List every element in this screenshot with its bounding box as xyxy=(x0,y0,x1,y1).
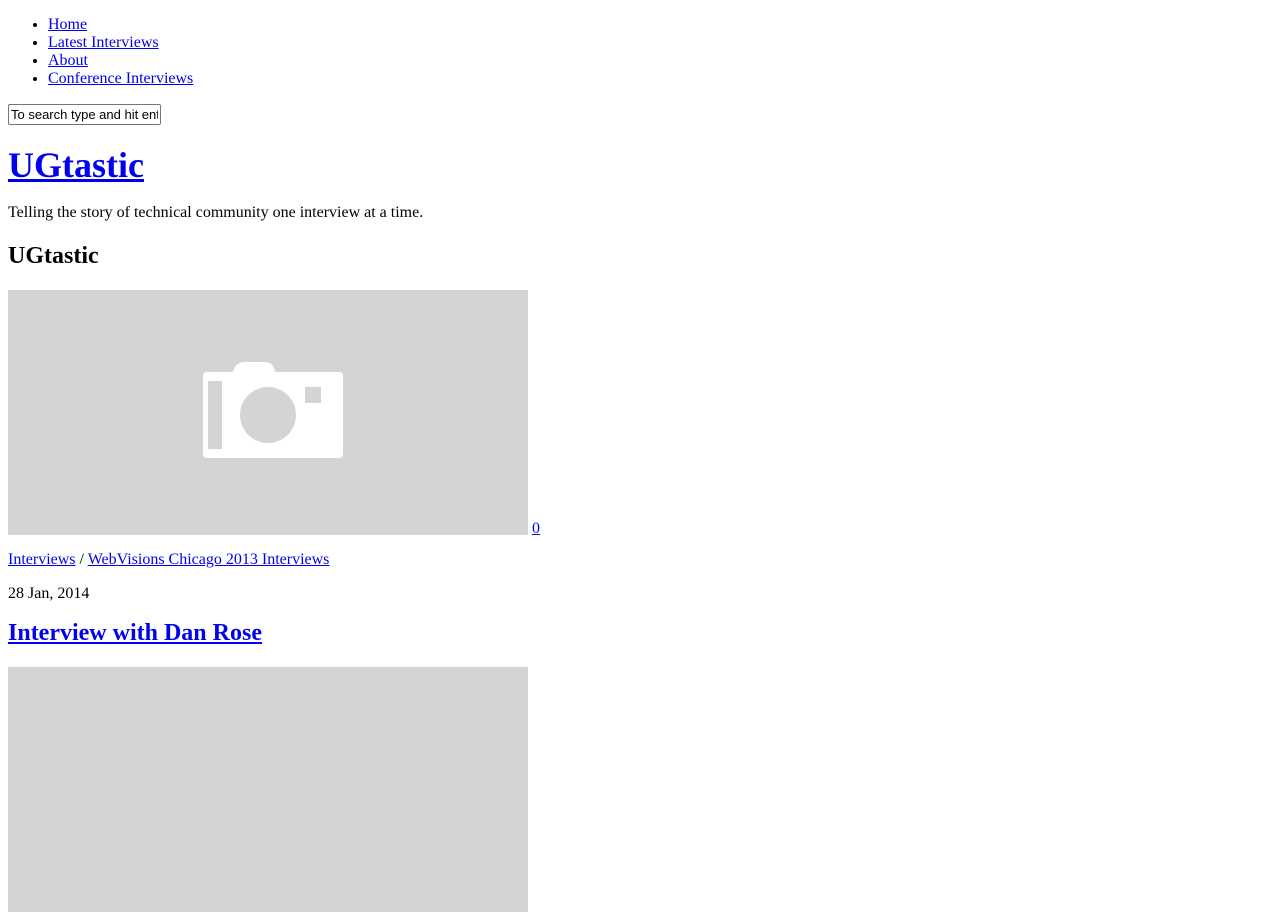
nav-item-conference-interviews: Conference Interviews xyxy=(48,70,1272,88)
category-link-webvisions[interactable]: WebVisions Chicago 2013 Interviews xyxy=(88,551,330,568)
comment-count-link[interactable]: 0 xyxy=(532,520,540,538)
post-categories: Interviews / WebVisions Chicago 2013 Int… xyxy=(8,551,1272,569)
search-form xyxy=(8,104,1272,125)
post-thumbnail[interactable] xyxy=(8,290,528,535)
section-title: UGtastic xyxy=(8,243,99,269)
post-thumbnail-row: 0 xyxy=(8,290,1272,538)
nav-item-about: About xyxy=(48,52,1272,70)
camera-icon xyxy=(203,362,343,458)
main-nav: Home Latest Interviews About Conference … xyxy=(8,16,1272,88)
nav-item-home: Home xyxy=(48,16,1272,34)
nav-item-latest-interviews: Latest Interviews xyxy=(48,34,1272,52)
search-input[interactable] xyxy=(8,104,161,125)
category-separator: / xyxy=(75,551,88,568)
nav-link-latest-interviews[interactable]: Latest Interviews xyxy=(48,34,159,51)
site-title-link[interactable]: UGtastic xyxy=(8,145,144,185)
category-link-interviews[interactable]: Interviews xyxy=(8,551,76,568)
nav-link-conference-interviews[interactable]: Conference Interviews xyxy=(48,70,193,87)
post-title-link[interactable]: Interview with Dan Rose xyxy=(8,620,262,646)
site-tagline: Telling the story of technical community… xyxy=(8,204,424,221)
post-thumbnail-2[interactable] xyxy=(8,667,528,912)
page: Home Latest Interviews About Conference … xyxy=(8,0,1272,912)
nav-link-about[interactable]: About xyxy=(48,52,88,69)
site-title: UGtastic xyxy=(8,144,1272,186)
nav-link-home[interactable]: Home xyxy=(48,16,87,33)
post-date: 28 Jan, 2014 xyxy=(8,585,90,602)
post-title: Interview with Dan Rose xyxy=(8,619,1272,647)
